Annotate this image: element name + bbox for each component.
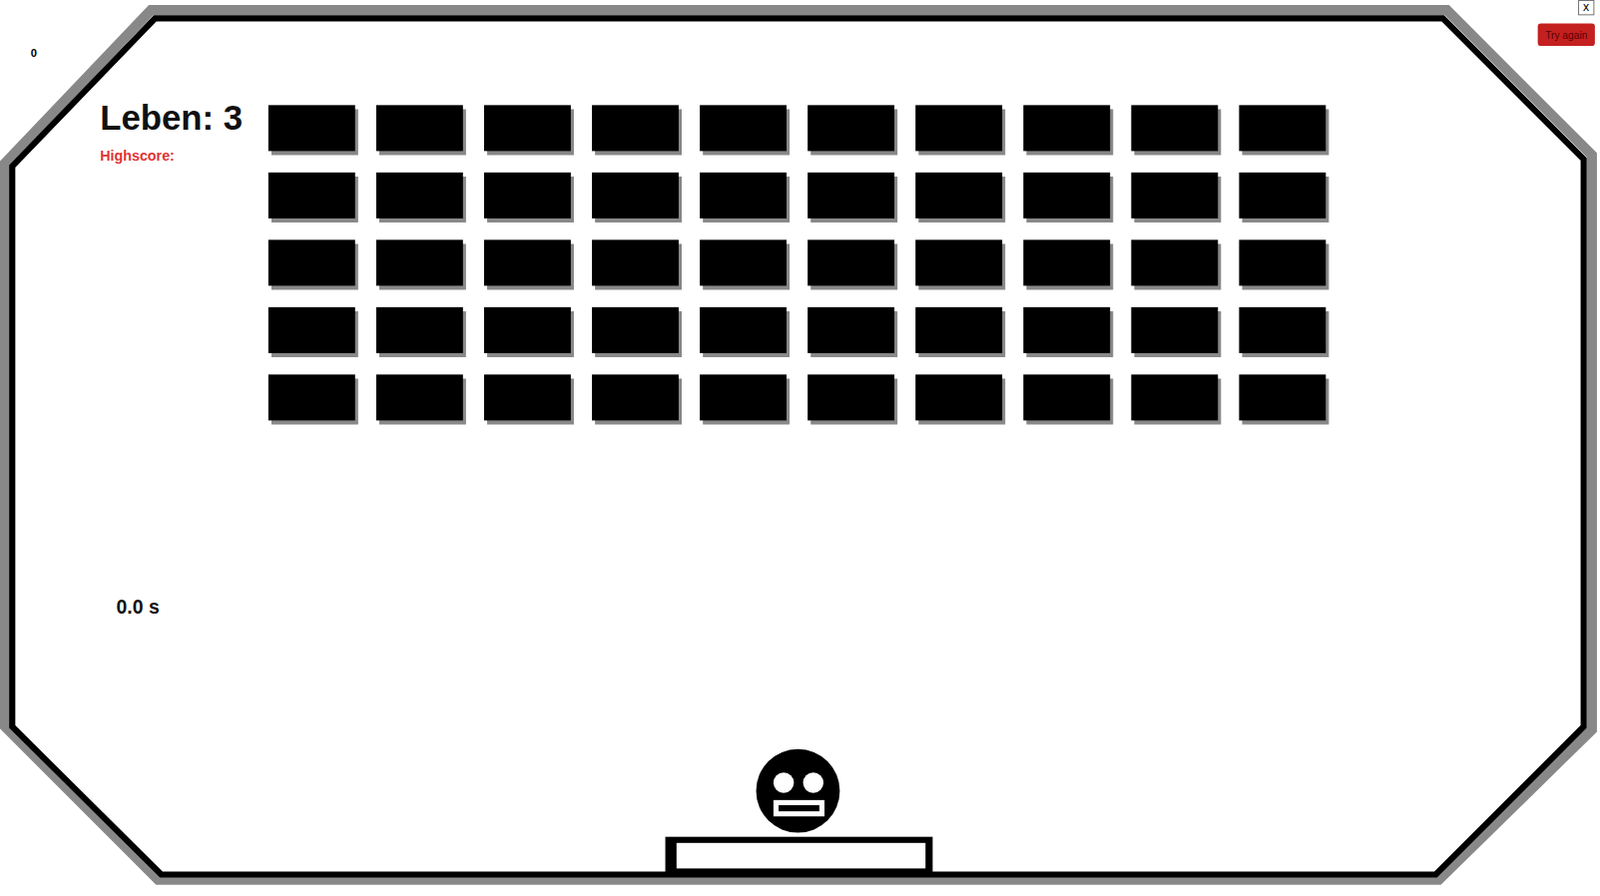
- brick: [699, 172, 790, 223]
- brick: [1023, 307, 1113, 358]
- brick: [376, 104, 467, 155]
- close-button[interactable]: x: [1579, 0, 1595, 15]
- brick: [484, 239, 574, 290]
- brick: [268, 374, 359, 425]
- brick: [268, 104, 359, 155]
- brick: [915, 374, 1006, 425]
- brick: [699, 104, 790, 155]
- svg-text:x: x: [1583, 0, 1590, 14]
- game-screen: 0 Leben: 3 Highscore: 0.0 s Try again x: [0, 0, 1600, 896]
- brick: [1238, 307, 1329, 358]
- brick: [268, 172, 359, 223]
- brick: [807, 374, 898, 425]
- brick: [807, 172, 898, 223]
- brick: [1023, 172, 1113, 223]
- brick: [1130, 239, 1221, 290]
- brick: [1130, 172, 1221, 223]
- brick: [1023, 239, 1113, 290]
- brick: [1238, 104, 1329, 155]
- brick: [807, 307, 898, 358]
- game-canvas: 0 Leben: 3 Highscore: 0.0 s Try again x: [0, 0, 1600, 896]
- brick: [484, 307, 574, 358]
- brick: [591, 307, 682, 358]
- background: [0, 0, 1600, 896]
- brick: [1130, 374, 1221, 425]
- brick: [1023, 104, 1113, 155]
- brick: [591, 239, 682, 290]
- brick: [807, 239, 898, 290]
- brick: [1130, 104, 1221, 155]
- brick: [699, 307, 790, 358]
- brick: [915, 104, 1006, 155]
- arena-border-outer: [4, 9, 1593, 880]
- brick: [376, 239, 467, 290]
- lives-label: Leben: 3: [99, 98, 243, 137]
- brick: [591, 172, 682, 223]
- brick: [915, 239, 1006, 290]
- brick: [376, 307, 467, 358]
- brick: [915, 172, 1006, 223]
- ball-face-icon: [756, 749, 841, 834]
- brick: [915, 307, 1006, 358]
- brick: [268, 307, 359, 358]
- paddle[interactable]: [665, 837, 934, 874]
- brick: [376, 172, 467, 223]
- timer: 0.0 s: [116, 595, 160, 618]
- brick: [268, 239, 359, 290]
- brick: [1238, 239, 1329, 290]
- brick: [591, 104, 682, 155]
- brick: [699, 239, 790, 290]
- highscore-label: Highscore:: [99, 147, 175, 164]
- brick: [699, 374, 790, 425]
- brick: [1023, 374, 1113, 425]
- try-again-button[interactable]: Try again: [1538, 23, 1596, 47]
- brick: [807, 104, 898, 155]
- arena-border: [11, 17, 1584, 875]
- score: 0: [30, 46, 37, 59]
- brick: [484, 104, 574, 155]
- brick: [591, 374, 682, 425]
- brick: [376, 374, 467, 425]
- brick: [1238, 374, 1329, 425]
- svg-text:Try again: Try again: [1545, 29, 1589, 41]
- brick: [1238, 172, 1329, 223]
- brick: [484, 172, 574, 223]
- brick: [1130, 307, 1221, 358]
- brick: [484, 374, 574, 425]
